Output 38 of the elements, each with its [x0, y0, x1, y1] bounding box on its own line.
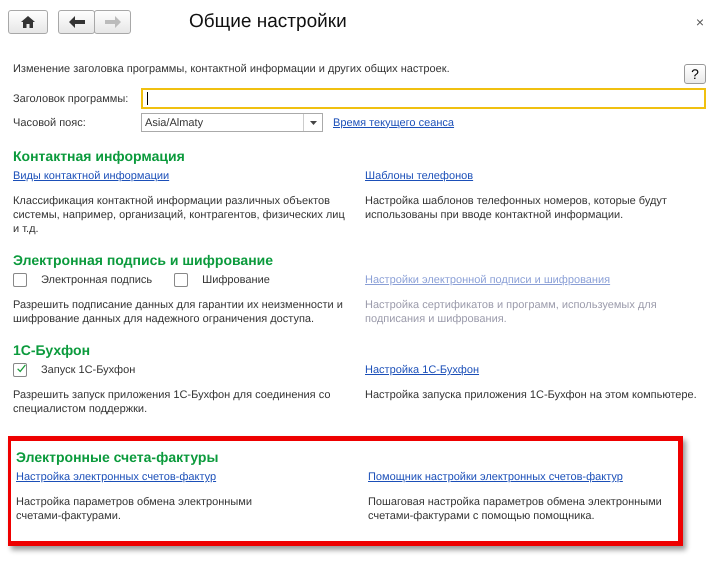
dropdown-arrow-icon [310, 120, 316, 124]
section-title: 1С-Бухфон [13, 342, 92, 358]
description-text: Классификация контактной информации различных объектов системы, например, организаций, контрагентов, физических лиц и т.д. [13, 194, 346, 236]
window-title: Общие настройки [189, 11, 347, 33]
field-label: Заголовок программы: [13, 92, 130, 104]
settings-link[interactable]: Помощник настройки электронных счетов-фактур [368, 471, 623, 483]
title-input-field[interactable] [141, 88, 706, 109]
session-time-link[interactable]: Время текущего сеанса [333, 116, 454, 128]
checkbox[interactable] [13, 273, 27, 287]
settings-link[interactable]: Настройка электронных счетов-фактур [16, 471, 216, 483]
section-title: Электронная подпись и шифрование [13, 252, 274, 268]
back-button[interactable] [58, 10, 95, 34]
settings-link[interactable]: Настройка 1С-Бухфон [365, 364, 480, 376]
settings-link[interactable]: Виды контактной информации [13, 170, 170, 182]
timezone-dropdown[interactable]: Asia/Almaty [141, 113, 323, 132]
checkbox[interactable] [13, 363, 27, 377]
description-text: Настройка шаблонов телефонных номеров, которые будут использованы при вводе контактной информации. [365, 194, 668, 222]
field-label: Часовой пояс: [13, 116, 87, 128]
description-text: Разрешить подписание данных для гарантии их неизменности и шифрование данных для надежного ограничения доступа. [13, 298, 344, 326]
intro-text: Изменение заголовка программы, контактной информации и других общих настроек. [13, 63, 451, 75]
close-button[interactable]: × [696, 14, 704, 30]
checkbox[interactable] [174, 273, 188, 287]
description-text: Настройка параметров обмена электронными счетами-фактурами. [16, 495, 253, 523]
description-text: Пошаговая настройка параметров обмена электронными счетами-фактурами с помощью помощника. [368, 495, 663, 523]
checkbox-label: Шифрование [202, 274, 270, 286]
back-arrow-icon [68, 16, 84, 28]
section-title: Электронные счета-фактуры [16, 449, 220, 465]
home-icon [21, 16, 35, 28]
description-text: Разрешить запуск приложения 1С-Бухфон для соединения со специалистом поддержки. [13, 388, 332, 416]
description-text: Настройка сертификатов и программ, используемых для подписания и шифрования. [365, 298, 658, 326]
checkbox-label: Запуск 1С-Бухфон [41, 364, 136, 376]
section-title: Контактная информация [13, 148, 186, 164]
help-button[interactable]: ? [684, 64, 706, 84]
home-button[interactable] [8, 10, 48, 34]
description-text: Настройка запуска приложения 1С-Бухфон на этом компьютере. [365, 388, 698, 402]
checkbox-label: Электронная подпись [41, 274, 152, 286]
forward-arrow-icon [104, 16, 120, 28]
settings-link[interactable]: Шаблоны телефонов [365, 170, 474, 182]
